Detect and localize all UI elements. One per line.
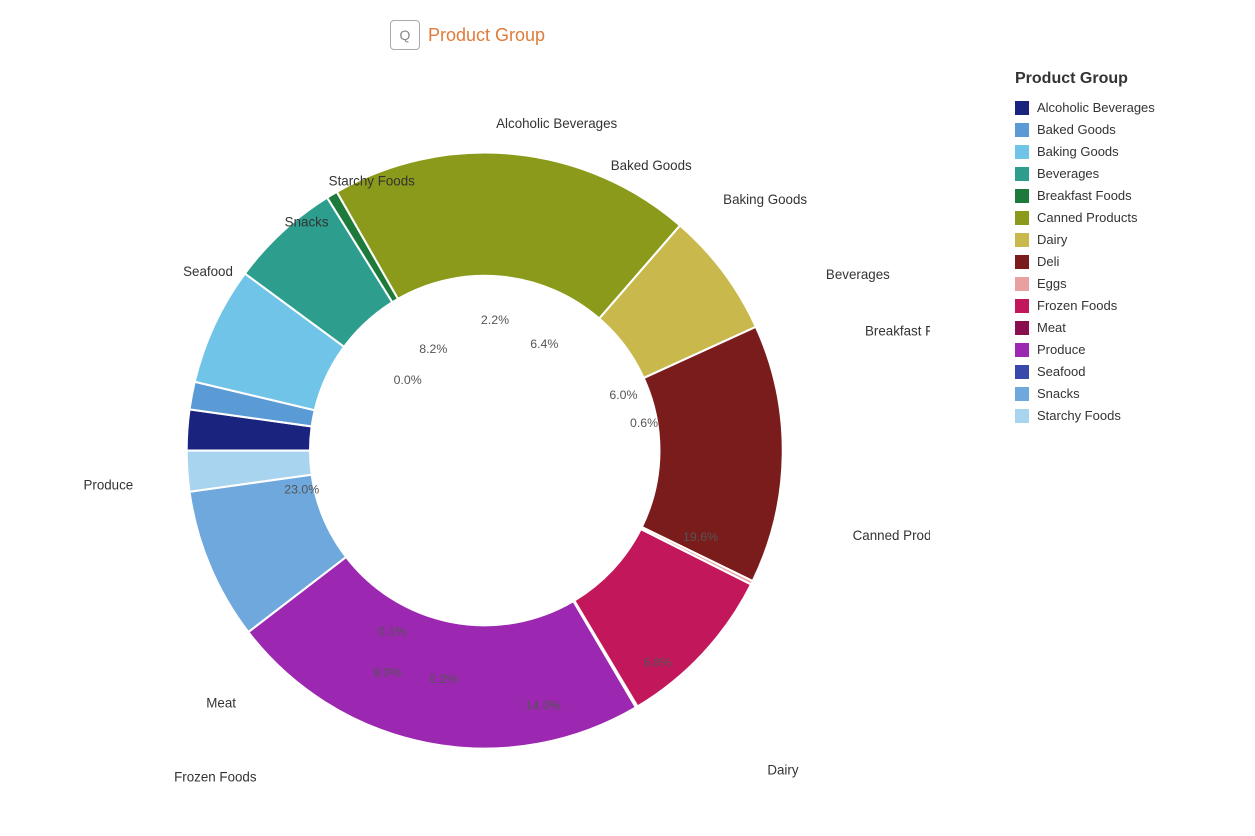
svg-text:Baking Goods: Baking Goods (723, 192, 807, 207)
svg-text:2.2%: 2.2% (481, 313, 509, 327)
legend-color-beverages (1015, 167, 1029, 181)
svg-text:Beverages: Beverages (826, 267, 890, 282)
legend-color-breakfast-foods (1015, 189, 1029, 203)
legend-color-dairy (1015, 233, 1029, 247)
svg-text:Frozen Foods: Frozen Foods (174, 770, 257, 785)
legend-item-starchy-foods: Starchy Foods (1015, 408, 1235, 423)
chart-title-area: Q Product Group (390, 20, 545, 50)
legend-title: Product Group (1015, 70, 1235, 88)
svg-text:0.6%: 0.6% (630, 416, 658, 430)
svg-text:Seafood: Seafood (183, 264, 233, 279)
legend-color-frozen-foods (1015, 299, 1029, 313)
svg-text:0.0%: 0.0% (394, 373, 422, 387)
legend-color-produce (1015, 343, 1029, 357)
svg-text:0.2%: 0.2% (430, 672, 458, 686)
donut-svg: Alcoholic Beverages Baked Goods Baking Goo… (60, 60, 930, 800)
svg-text:8.2%: 8.2% (419, 342, 447, 356)
svg-text:14.0%: 14.0% (526, 699, 561, 713)
legend-item-frozen-foods: Frozen Foods (1015, 298, 1235, 313)
svg-text:Starchy Foods: Starchy Foods (329, 173, 415, 188)
svg-text:9.0%: 9.0% (373, 666, 401, 680)
legend-item-deli: Deli (1015, 254, 1235, 269)
svg-text:Dairy: Dairy (767, 762, 798, 777)
legend-color-alcoholic-beverages (1015, 101, 1029, 115)
svg-text:Snacks: Snacks (285, 215, 329, 230)
chart-container: Q Product Group Product Group Alcoholic … (0, 0, 1255, 836)
svg-text:Meat: Meat (206, 696, 236, 711)
svg-text:6.4%: 6.4% (530, 337, 558, 351)
legend-color-canned-products (1015, 211, 1029, 225)
legend-item-seafood: Seafood (1015, 364, 1235, 379)
svg-text:19.6%: 19.6% (683, 530, 718, 544)
svg-text:6.0%: 6.0% (609, 388, 637, 402)
svg-text:Breakfast Foods: Breakfast Foods (865, 323, 930, 338)
svg-text:Canned Products: Canned Products (853, 528, 930, 543)
svg-text:23.0%: 23.0% (284, 483, 319, 497)
legend-color-meat (1015, 321, 1029, 335)
legend-item-meat: Meat (1015, 320, 1235, 335)
legend-item-alcoholic-beverages: Alcoholic Beverages (1015, 100, 1235, 115)
legend-color-snacks (1015, 387, 1029, 401)
donut-chart: Alcoholic Beverages Baked Goods Baking Goo… (60, 60, 930, 800)
legend-item-eggs: Eggs (1015, 276, 1235, 291)
title-icon: Q (390, 20, 420, 50)
legend-color-starchy-foods (1015, 409, 1029, 423)
chart-title: Product Group (428, 25, 545, 46)
legend-color-eggs (1015, 277, 1029, 291)
legend-color-deli (1015, 255, 1029, 269)
legend: Product Group Alcoholic Beverages Baked … (1015, 70, 1235, 430)
legend-item-breakfast-foods: Breakfast Foods (1015, 188, 1235, 203)
svg-text:Produce: Produce (83, 478, 133, 493)
legend-item-beverages: Beverages (1015, 166, 1235, 181)
legend-item-baked-goods: Baked Goods (1015, 122, 1235, 137)
legend-item-produce: Produce (1015, 342, 1235, 357)
legend-item-snacks: Snacks (1015, 386, 1235, 401)
legend-color-baked-goods (1015, 123, 1029, 137)
svg-text:0.1%: 0.1% (378, 625, 406, 639)
svg-text:Alcoholic Beverages: Alcoholic Beverages (496, 116, 617, 131)
svg-text:6.8%: 6.8% (643, 655, 671, 669)
legend-item-canned-products: Canned Products (1015, 210, 1235, 225)
legend-color-baking-goods (1015, 145, 1029, 159)
svg-text:Baked Goods: Baked Goods (611, 158, 692, 173)
legend-item-baking-goods: Baking Goods (1015, 144, 1235, 159)
legend-color-seafood (1015, 365, 1029, 379)
legend-item-dairy: Dairy (1015, 232, 1235, 247)
